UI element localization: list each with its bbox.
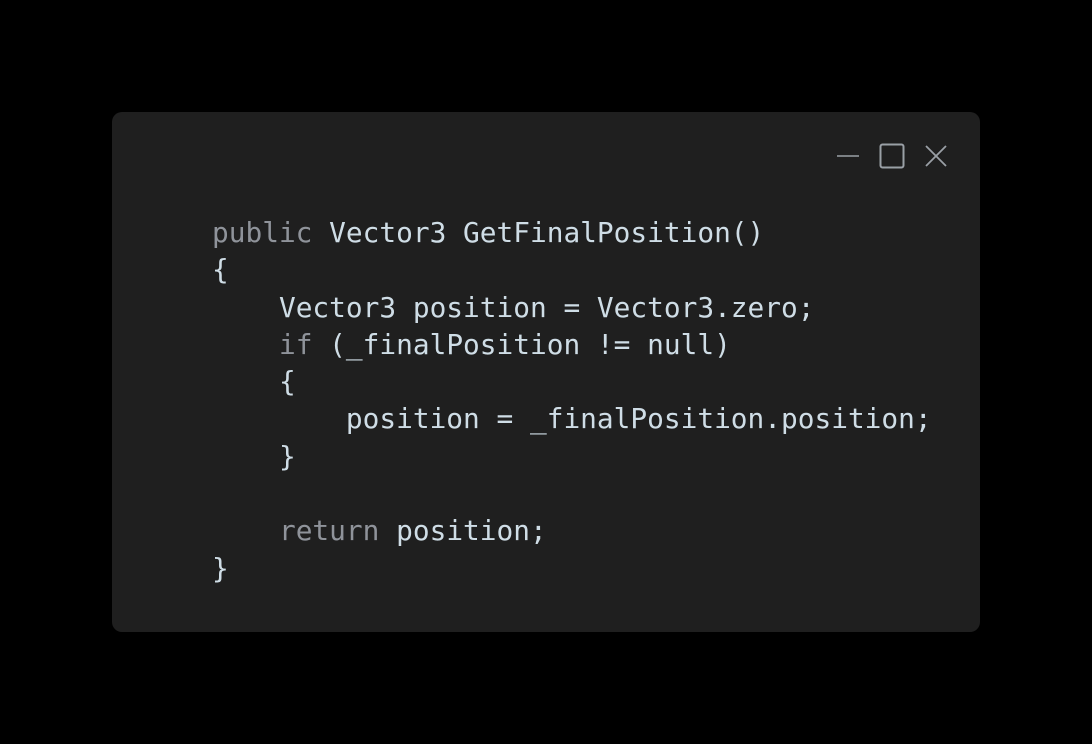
code-text: position; [379, 514, 547, 548]
window-controls [818, 142, 950, 170]
code-keyword: return [278, 514, 380, 548]
code-text: position = _finalPosition.position; [345, 402, 932, 436]
code-line: if (_finalPosition != null) [212, 326, 932, 363]
code-text: Vector3 GetFinalPosition() [312, 216, 765, 249]
code-window: public Vector3 GetFinalPosition(){ Vecto… [112, 112, 980, 632]
code-text: { [212, 253, 229, 287]
maximize-button[interactable] [878, 142, 906, 170]
code-line: Vector3 position = Vector3.zero; [212, 289, 932, 326]
code-line: { [212, 363, 932, 400]
code-line: public Vector3 GetFinalPosition() [212, 214, 932, 251]
code-line: position = _finalPosition.position; [212, 400, 932, 437]
code-line: } [212, 438, 932, 475]
code-text: Vector3 position = Vector3.zero; [278, 290, 815, 324]
code-line: return position; [212, 512, 932, 549]
code-line: } [212, 550, 932, 587]
code-text: } [212, 551, 229, 585]
code-keyword: public [212, 216, 313, 249]
close-icon [925, 145, 947, 167]
maximize-icon [879, 143, 905, 169]
code-text: { [278, 365, 296, 399]
code-text: } [278, 439, 296, 473]
code-line: { [212, 251, 932, 288]
close-button[interactable] [922, 142, 950, 170]
code-keyword: if [278, 327, 313, 361]
minimize-button[interactable] [834, 142, 862, 170]
code-text: (_finalPosition != null) [312, 327, 731, 361]
minimize-icon [837, 155, 859, 157]
code-block: public Vector3 GetFinalPosition(){ Vecto… [212, 214, 932, 587]
